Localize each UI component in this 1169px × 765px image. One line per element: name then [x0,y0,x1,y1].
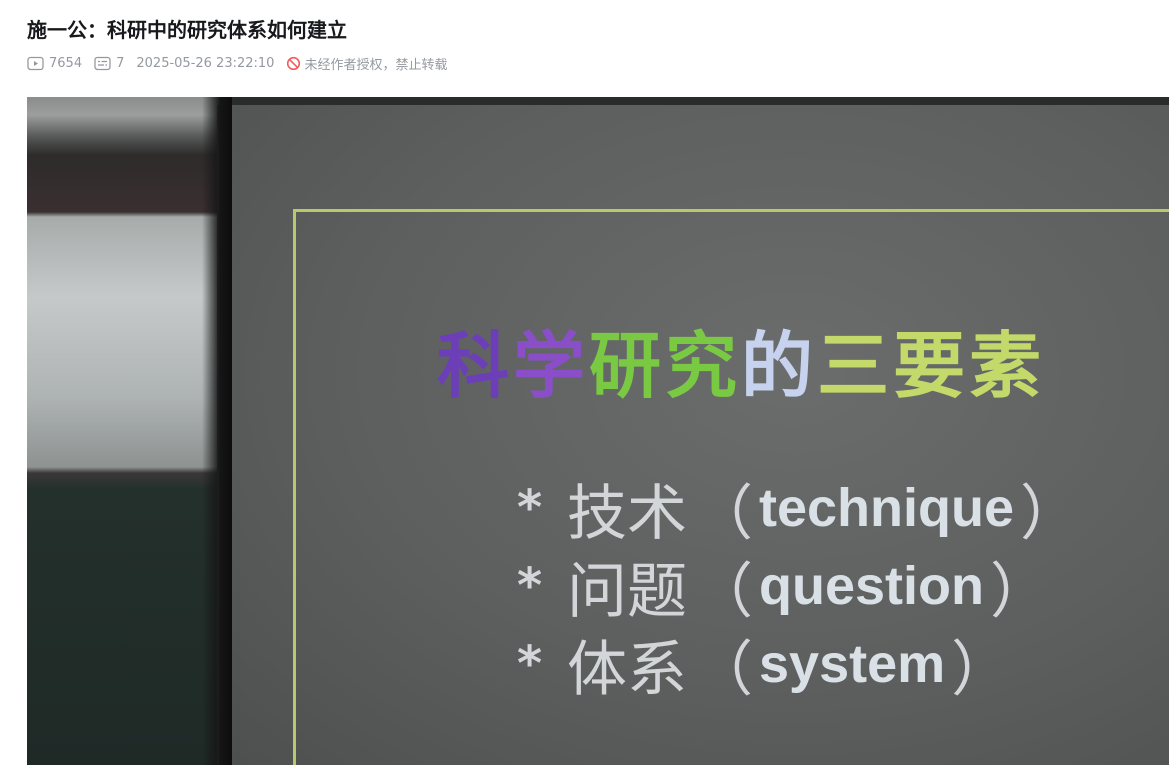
bullet-zh: 问题 [567,556,687,627]
bullet-paren-close: ） [951,634,1012,705]
slide-title-part: 学 [513,323,590,408]
slide-bullet: * 体系 （ system ） [517,625,1086,705]
bullet-marker: * [517,480,543,536]
bullet-marker: * [517,558,543,614]
danmaku-count: 7 [94,56,124,71]
slide-title-part: 科 [437,323,514,408]
bullet-en: system [759,634,946,694]
slide-bullet: * 技术 （ technique ） [517,469,1086,549]
video-frame-wall [27,97,230,765]
copyright-notice: 未经作者授权，禁止转载 [286,54,447,73]
slide-bullet-list: * 技术 （ technique ） * 问题 （ question ） * 体… [517,469,1086,705]
slide-bullet: * 问题 （ question ） [517,547,1086,627]
slide-title-part: 三要素 [817,323,1046,408]
video-player[interactable]: 科学研究的三要素 * 技术 （ technique ） * 问题 （ quest… [27,97,1169,765]
slide-title: 科学研究的三要素 [437,307,1117,412]
bullet-zh: 技术 [567,478,687,549]
video-frame-shadow [202,97,232,765]
view-count-value: 7654 [49,55,83,71]
bullet-paren-close: ） [1020,478,1081,549]
bullet-paren-open: （ [693,634,753,705]
bullet-en: question [759,556,984,616]
danmaku-count-value: 7 [116,55,125,71]
bullet-marker: * [517,636,543,692]
video-meta: 7654 7 2025-05-26 23:22:10 未经作者授权，禁止转载 [27,54,447,73]
no-repost-icon [287,56,301,70]
view-count: 7654 [27,56,82,71]
bullet-paren-close: ） [990,556,1050,627]
bullet-zh: 体系 [567,634,687,705]
slide-title-part: 研究 [589,323,742,408]
video-title: 施一公：科研中的研究体系如何建立 [27,18,347,42]
bullet-paren-open: （ [693,478,753,549]
slide-title-part: 的 [741,323,818,408]
publish-datetime: 2025-05-26 23:22:10 [136,55,275,71]
copyright-notice-text: 未经作者授权，禁止转载 [304,57,448,73]
danmaku-icon [94,56,111,70]
bullet-en: technique [759,478,1015,538]
bullet-paren-open: （ [693,556,753,627]
play-count-icon [27,56,44,70]
